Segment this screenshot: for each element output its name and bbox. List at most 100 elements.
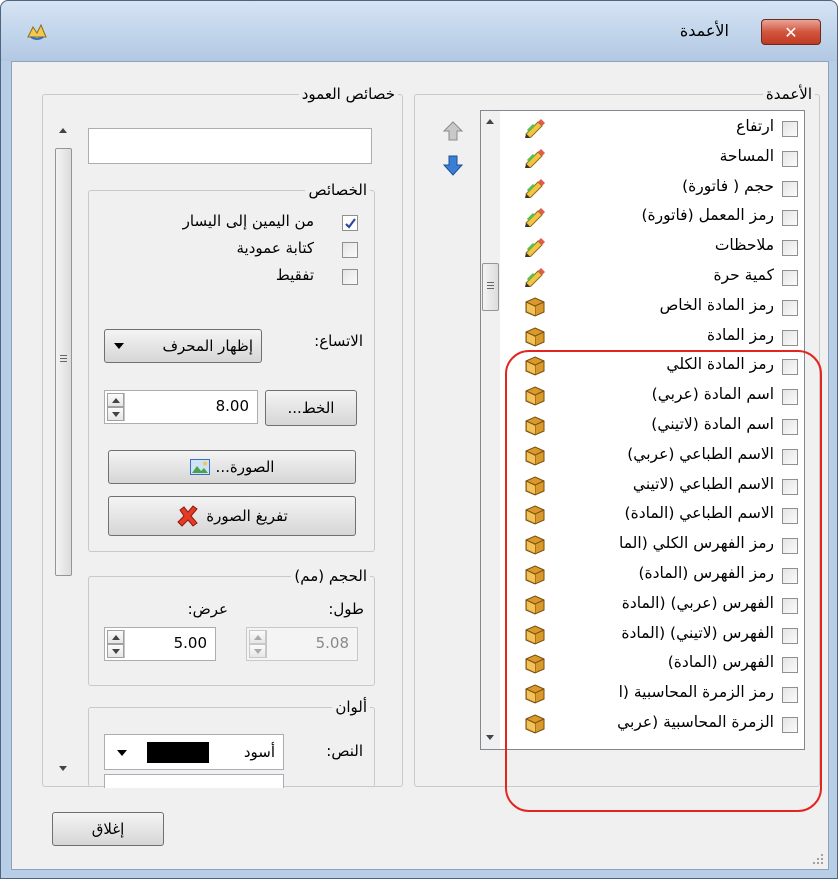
dotted-label: تفقيط (275, 266, 314, 284)
scroll-thumb[interactable] (482, 263, 499, 311)
column-label: المساحة (719, 146, 774, 165)
dotted-checkbox[interactable] (342, 269, 358, 285)
clear-image-button[interactable]: تفريغ الصورة (108, 496, 356, 536)
text-color-name: أسود (243, 743, 275, 761)
dialog-body: الأعمدة ارتفاع المساحة حجم ( فاتورة) رمز ال… (11, 61, 829, 870)
list-item[interactable]: ارتفاع (514, 115, 804, 143)
length-value: 5.08 (315, 634, 349, 652)
props-scroll-thumb[interactable] (55, 148, 72, 576)
vertical-label: كتابة عمودية (236, 239, 315, 257)
column-label: رمز المعمل (فاتورة) (641, 206, 774, 225)
title-bar[interactable]: الأعمدة ✕ (1, 1, 837, 61)
box-icon (524, 327, 546, 347)
list-item[interactable]: المساحة (514, 145, 804, 173)
column-label: كمية حرة (713, 266, 774, 284)
highlight-annotation (505, 350, 822, 812)
size-title: الحجم (مم) (291, 567, 370, 585)
spin-up[interactable] (107, 393, 124, 407)
length-spin-up[interactable] (249, 630, 266, 644)
overflow-value: إظهار المحرف (162, 337, 253, 355)
font-size-spin[interactable] (107, 393, 125, 421)
app-icon (27, 23, 47, 40)
column-checkbox[interactable] (782, 240, 798, 257)
pencil-icon (524, 267, 546, 288)
pencil-icon (524, 118, 546, 139)
overflow-label: الاتساع: (314, 332, 363, 350)
font-button-label: الخط... (287, 399, 335, 417)
box-icon (524, 297, 546, 317)
check-icon (345, 218, 356, 229)
close-window-button[interactable]: ✕ (761, 19, 821, 45)
column-label: ملاحظات (714, 236, 774, 255)
column-label: رمز المادة (706, 325, 774, 344)
list-item[interactable]: رمز المعمل (فاتورة) (514, 204, 804, 232)
columns-group-title: الأعمدة (762, 85, 815, 103)
width-value: 5.00 (173, 634, 207, 652)
column-checkbox[interactable] (782, 150, 798, 167)
column-checkbox[interactable] (782, 299, 798, 316)
rtl-checkbox[interactable] (342, 215, 358, 231)
width-spin[interactable] (107, 630, 125, 658)
list-item[interactable]: رمز المادة الخاص (514, 294, 804, 322)
image-button[interactable]: الصورة... (108, 450, 356, 484)
next-color-select[interactable] (104, 774, 284, 788)
pencil-icon (524, 178, 546, 199)
properties-scrollbar[interactable] (54, 120, 73, 780)
props-scroll-up-arrow[interactable] (59, 128, 67, 133)
text-color-select[interactable]: أسود (104, 734, 284, 770)
column-checkbox[interactable] (782, 210, 798, 227)
properties-title: الخصائص (305, 181, 370, 199)
scroll-up-arrow[interactable] (486, 119, 494, 124)
text-color-label: النص: (326, 742, 363, 760)
column-label: رمز المادة الخاص (659, 295, 774, 314)
width-stepper[interactable]: 5.00 (104, 627, 216, 661)
props-scroll-down-arrow[interactable] (59, 766, 67, 771)
width-spin-down[interactable] (107, 644, 124, 658)
resize-grip-icon[interactable] (812, 853, 824, 865)
pencil-icon (524, 148, 546, 169)
close-icon: ✕ (784, 22, 798, 42)
width-spin-up[interactable] (107, 630, 124, 644)
clear-image-label: تفريغ الصورة (206, 507, 288, 525)
columns-dialog: الأعمدة ✕ الأعمدة ارتفاع المساحة حجم (ف… (0, 0, 838, 879)
length-spin-down[interactable] (249, 644, 266, 658)
column-properties-title: خصائص العمود (298, 85, 398, 103)
image-button-label: الصورة... (215, 458, 275, 476)
column-checkbox[interactable] (782, 270, 798, 286)
rtl-label: من اليمين إلى اليسار (182, 212, 314, 230)
pencil-icon (524, 207, 546, 229)
column-name-input[interactable] (88, 128, 372, 164)
column-label: حجم ( فاتورة) (682, 176, 774, 195)
length-label: طول: (328, 600, 364, 618)
length-spin[interactable] (249, 630, 267, 658)
move-down-icon[interactable] (442, 154, 464, 178)
chevron-down-icon (114, 343, 124, 349)
vertical-checkbox[interactable] (342, 242, 358, 258)
column-checkbox[interactable] (782, 121, 798, 137)
font-size-stepper[interactable]: 8.00 (104, 390, 258, 424)
move-up-icon[interactable] (442, 120, 464, 142)
column-checkbox[interactable] (782, 329, 798, 346)
list-item[interactable]: ملاحظات (514, 234, 804, 262)
column-checkbox[interactable] (782, 180, 798, 197)
red-x-icon (177, 505, 198, 527)
overflow-select[interactable]: إظهار المحرف (104, 329, 262, 363)
close-button[interactable]: إغلاق (52, 812, 164, 846)
spin-down[interactable] (107, 407, 124, 421)
window-title: الأعمدة (679, 21, 729, 40)
column-label: ارتفاع (736, 117, 774, 135)
close-button-label: إغلاق (91, 820, 125, 838)
list-scrollbar[interactable] (481, 111, 500, 749)
list-item[interactable]: حجم ( فاتورة) (514, 175, 804, 203)
length-stepper[interactable]: 5.08 (246, 627, 358, 661)
font-size-value: 8.00 (215, 397, 249, 415)
list-item[interactable]: كمية حرة (514, 264, 804, 292)
scroll-down-arrow[interactable] (486, 735, 494, 740)
list-item[interactable]: رمز المادة (514, 324, 804, 352)
colors-title: ألوان (332, 698, 370, 716)
pencil-icon (524, 237, 546, 258)
width-label: عرض: (187, 600, 228, 618)
font-button[interactable]: الخط... (265, 390, 357, 426)
color-swatch (147, 742, 209, 763)
chevron-down-icon (117, 750, 127, 756)
